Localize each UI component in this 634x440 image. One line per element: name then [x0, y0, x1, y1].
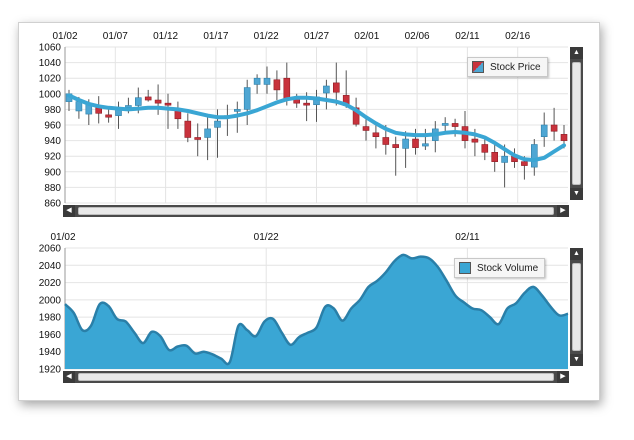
volume-x-tick-label: 02/11 — [455, 232, 480, 243]
price-legend-label: Stock Price — [490, 61, 541, 73]
price-candle-body — [540, 124, 548, 137]
price-candle-body — [550, 124, 558, 132]
volume-y-tick-label: 1980 — [39, 313, 62, 324]
price-candle-body — [204, 128, 211, 138]
price-x-tick-label: 02/16 — [505, 31, 530, 42]
triangle-up-icon[interactable]: ▲ — [570, 248, 583, 260]
triangle-up-icon[interactable]: ▲ — [570, 47, 583, 59]
price-candle-body — [521, 161, 528, 166]
price-x-tick-label: 02/01 — [354, 31, 379, 42]
volume-vertical-scroll-thumb[interactable] — [572, 263, 581, 351]
price-y-tick-label: 880 — [44, 183, 61, 194]
volume-x-tick-label: 01/02 — [50, 232, 75, 243]
price-y-tick-label: 1020 — [39, 74, 62, 85]
price-candle-body — [105, 114, 112, 118]
price-x-tick-label: 01/02 — [52, 31, 77, 42]
triangle-right-icon[interactable]: ▶ — [557, 205, 569, 217]
volume-y-tick-label: 1960 — [39, 330, 62, 341]
price-candle-body — [501, 155, 508, 163]
price-candle-body — [263, 77, 271, 85]
triangle-down-icon[interactable]: ▼ — [570, 188, 583, 200]
price-x-tick-label: 01/17 — [203, 31, 228, 42]
triangle-right-icon[interactable]: ▶ — [557, 371, 569, 383]
price-candle-body — [75, 101, 83, 112]
price-candle-body — [332, 82, 340, 93]
price-candle-body — [451, 123, 459, 127]
volume-legend-label: Stock Volume — [477, 262, 539, 274]
price-x-tick-label: 01/27 — [304, 31, 329, 42]
price-candle-body — [491, 152, 499, 162]
price-y-tick-label: 920 — [44, 152, 61, 163]
volume-y-tick-label: 2040 — [39, 261, 62, 272]
price-legend-swatch — [472, 61, 484, 73]
volume-horizontal-scroll-thumb[interactable] — [78, 373, 554, 381]
price-candle-body — [144, 96, 152, 101]
price-candle-body — [372, 132, 380, 138]
volume-y-tick-label: 1940 — [39, 347, 62, 358]
price-candle-body — [154, 99, 162, 104]
volume-y-tick-label: 2020 — [39, 278, 62, 289]
price-y-tick-label: 1060 — [39, 43, 62, 54]
volume-y-tick-label: 2060 — [39, 244, 62, 255]
price-candle-body — [125, 105, 132, 108]
price-candle-body — [135, 97, 142, 106]
price-candle-body — [402, 138, 409, 149]
price-y-tick-label: 1040 — [39, 58, 62, 69]
price-candle-body — [283, 77, 291, 99]
triangle-left-icon[interactable]: ◀ — [63, 205, 75, 217]
price-candle-body — [214, 120, 221, 128]
price-y-tick-label: 980 — [44, 105, 61, 116]
price-x-tick-label: 02/06 — [405, 31, 430, 42]
price-y-tick-label: 860 — [44, 199, 61, 210]
price-candle-body — [382, 137, 390, 145]
price-candle-body — [362, 126, 370, 131]
triangle-left-icon[interactable]: ◀ — [63, 371, 75, 383]
price-panel: 860 880 900 920 940 960 980 1000 1020 1040 1060 01/… — [19, 23, 599, 223]
price-y-tick-label: 1000 — [39, 89, 62, 100]
volume-x-tick-label: 01/22 — [254, 232, 279, 243]
price-candle-body — [422, 143, 429, 147]
price-candle-body — [412, 138, 419, 148]
price-x-tick-label: 02/11 — [455, 31, 480, 42]
price-x-tick-label: 01/12 — [153, 31, 178, 42]
price-x-tick-label: 01/22 — [254, 31, 279, 42]
price-candle-body — [481, 144, 489, 153]
price-candle-body — [273, 79, 281, 91]
price-candle-body — [560, 134, 568, 141]
price-candle-body — [95, 107, 102, 114]
volume-y-tick-label: 1920 — [39, 365, 62, 376]
price-vertical-scrollbar[interactable]: ▲ ▼ — [570, 47, 583, 200]
price-candle-body — [303, 102, 310, 106]
volume-y-tick-label: 2000 — [39, 295, 62, 306]
price-candle-body — [194, 137, 201, 140]
price-candle-body — [234, 109, 241, 112]
volume-panel: 1920 1940 1960 1980 2000 2020 2040 2060 01/02 01/… — [19, 223, 599, 400]
chart-frame: 860 880 900 920 940 960 980 1000 1020 1040 1060 01/… — [18, 22, 600, 401]
price-y-tick-label: 900 — [44, 167, 61, 178]
price-candle-body — [323, 85, 330, 94]
price-horizontal-scrollbar[interactable]: ◀ ▶ — [63, 205, 569, 217]
price-y-tick-label: 960 — [44, 121, 61, 132]
price-candle-body — [392, 144, 400, 148]
price-chart: 860880900920940960980100010201040106001/… — [39, 31, 568, 210]
triangle-down-icon[interactable]: ▼ — [570, 354, 583, 366]
price-candle-body — [530, 144, 538, 168]
volume-legend: Stock Volume — [454, 258, 546, 278]
volume-legend-swatch — [459, 262, 471, 274]
price-candle-body — [164, 102, 172, 106]
volume-horizontal-scrollbar[interactable]: ◀ ▶ — [63, 371, 569, 383]
price-candle-body — [441, 123, 449, 126]
price-vertical-scroll-thumb[interactable] — [572, 62, 581, 185]
price-horizontal-scroll-thumb[interactable] — [78, 207, 554, 215]
volume-vertical-scrollbar[interactable]: ▲ ▼ — [570, 248, 583, 366]
price-candle-body — [471, 138, 479, 143]
price-y-tick-label: 940 — [44, 136, 61, 147]
price-x-tick-label: 01/07 — [103, 31, 128, 42]
price-candle-body — [184, 120, 192, 138]
price-legend: Stock Price — [467, 57, 548, 77]
price-candle-body — [253, 77, 261, 85]
price-candle-body — [243, 87, 251, 110]
